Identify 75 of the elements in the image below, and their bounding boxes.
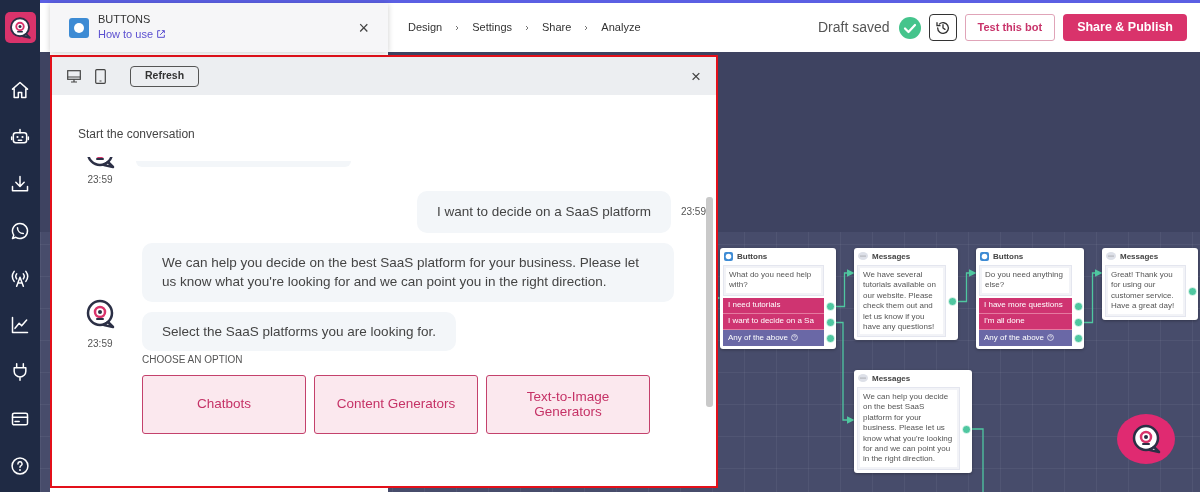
message-icon [1106, 252, 1116, 261]
bot-message: Select the SaaS platforms you are looking for. [142, 311, 456, 352]
status-text: Draft saved [817, 18, 890, 37]
choices-label: CHOOSE AN OPTION [142, 353, 244, 368]
refresh-button[interactable]: Refresh [130, 65, 200, 87]
history-icon [934, 19, 951, 36]
desktop-icon[interactable] [67, 69, 81, 83]
intro-text: Start the conversation [78, 126, 196, 143]
history-button[interactable] [928, 14, 957, 41]
help-icon[interactable] [10, 456, 30, 476]
bot-message: We can help you decide on the best SaaS platform for your business. Please let us know what you're looking for and we can point you in the right direction. [142, 242, 674, 302]
card-icon[interactable] [10, 409, 30, 429]
help-icon [1047, 334, 1055, 342]
chart-icon[interactable] [10, 315, 30, 335]
message-icon [858, 374, 868, 383]
connector-line [956, 269, 977, 303]
block-icon [980, 252, 989, 261]
step-link[interactable]: Design [408, 19, 443, 36]
block-icon [69, 17, 89, 38]
node-title: Messages [872, 372, 911, 385]
broadcast-icon[interactable] [10, 268, 30, 288]
connector-line [970, 428, 984, 492]
block-icon [724, 252, 733, 261]
flow-node[interactable]: Messages We can help you decide on the best SaaS platform for your business. Please let us know what you're looking for and we can point you in the right direction. [854, 370, 972, 473]
robot-icon[interactable] [10, 127, 30, 147]
download-icon[interactable] [10, 174, 30, 194]
home-icon[interactable] [10, 80, 30, 100]
message-time: 23:59 [87, 337, 113, 352]
chevron-icon [455, 24, 460, 31]
test-button[interactable]: Test this bot [964, 14, 1056, 41]
logo[interactable] [4, 12, 36, 43]
message-icon [858, 252, 868, 261]
logo-icon [1130, 423, 1162, 455]
tablet-icon[interactable] [95, 68, 106, 84]
node-message: We can help you decide on the best SaaS platform for your business. Please let us know what you're looking for and we can point you in the right direction. [857, 387, 960, 470]
node-message: Great! Thank you for using our customer service. Have a great day! [1105, 265, 1186, 317]
bot-avatar [84, 298, 116, 331]
external-link-icon[interactable] [156, 29, 167, 40]
block-title: BUTTONS [98, 12, 152, 26]
close-button[interactable]: × [691, 67, 701, 85]
flow-node[interactable]: Messages Great! Thank you for using our customer service. Have a great day! [1102, 248, 1198, 320]
logo-icon [8, 15, 32, 40]
node-title: Messages [872, 250, 911, 263]
node-title: Buttons [737, 250, 768, 263]
message-time: 23:59 [680, 205, 706, 220]
choice-button[interactable]: Chatbots [142, 375, 306, 435]
step-link[interactable]: Settings [472, 19, 512, 36]
plug-icon[interactable] [10, 362, 30, 382]
scrollbar[interactable] [706, 197, 713, 407]
node-message: We have several tutorials available on our website. Please check them out and let us know if you have any questions! [857, 265, 946, 338]
choice-button[interactable]: Content Generators [314, 375, 478, 435]
node-option[interactable]: I need tutorials [723, 297, 824, 314]
connector-line [1082, 269, 1103, 324]
node-option[interactable]: I have more questions [979, 297, 1072, 314]
flow-node[interactable]: Buttons What do you need help with? I need tutorials I want to decide on a Sa Any of the above [720, 248, 836, 349]
node-prompt: Do you need anything else? [979, 265, 1072, 296]
node-title: Messages [1120, 250, 1159, 263]
user-message: I want to decide on a SaaS platform [417, 191, 671, 233]
flow-node[interactable]: Messages We have several tutorials available on our website. Please check them out and let us know if you have any questions! [854, 248, 958, 341]
close-button[interactable]: × [358, 18, 369, 37]
help-icon [791, 334, 799, 342]
node-prompt: What do you need help with? [723, 265, 824, 296]
choice-button[interactable]: Text-to-Image Generators [486, 375, 650, 435]
flow-node[interactable]: Buttons Do you need anything else? I have more questions I'm all done Any of the above [976, 248, 1084, 349]
node-title: Buttons [993, 250, 1024, 263]
chat-icon[interactable] [10, 221, 30, 241]
check-icon [898, 16, 921, 39]
how-to-use-link[interactable]: How to use [98, 25, 154, 43]
step-link[interactable]: Share [542, 19, 572, 36]
chevron-icon [525, 24, 529, 31]
publish-button[interactable]: Share & Publish [1063, 14, 1187, 41]
step-link[interactable]: Analyze [601, 19, 641, 36]
message-time: 23:59 [87, 173, 113, 187]
chevron-icon [584, 24, 589, 31]
connector-line [834, 269, 855, 308]
